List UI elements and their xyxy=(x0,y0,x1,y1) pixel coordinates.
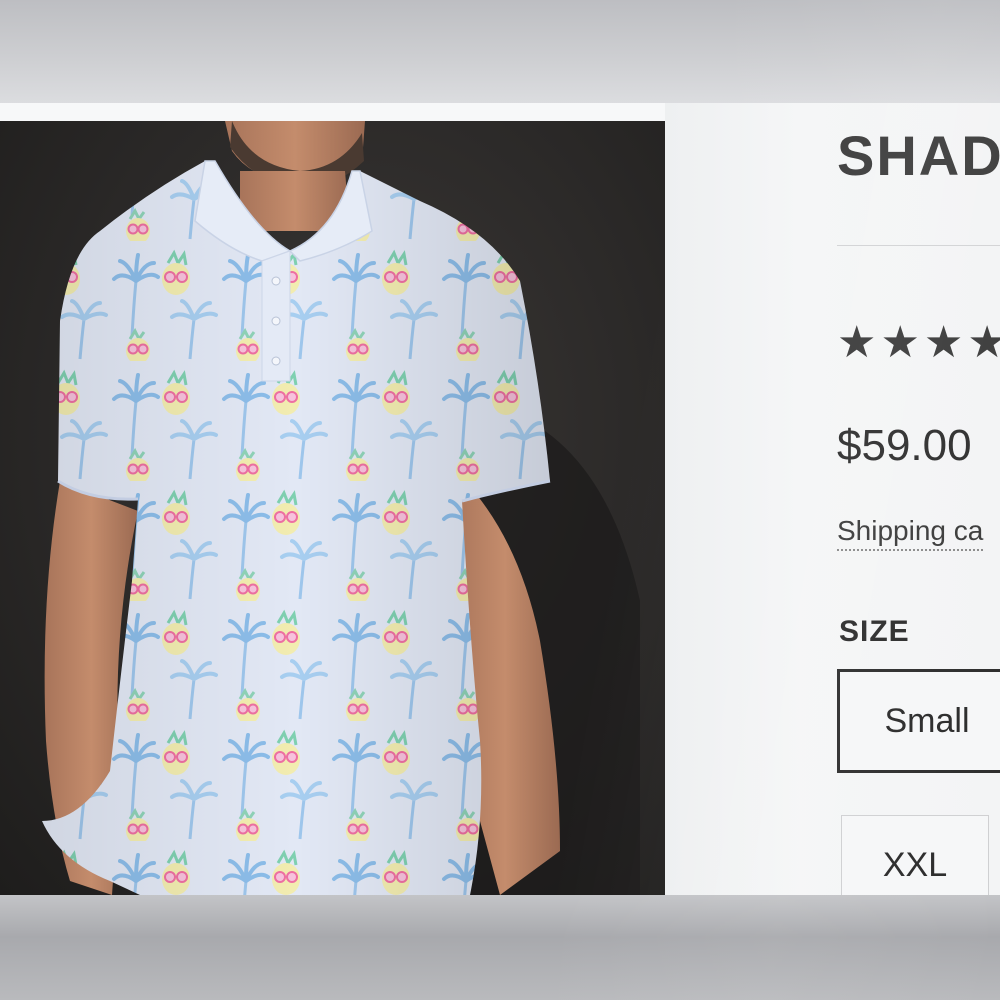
divider xyxy=(837,245,1000,246)
size-label: SIZE xyxy=(839,615,910,648)
shipping-calculator-link[interactable]: Shipping ca xyxy=(837,515,984,551)
size-option-xxl[interactable]: XXL xyxy=(841,815,989,895)
product-price: $59.00 xyxy=(837,421,972,470)
product-image[interactable] xyxy=(0,121,665,895)
monitor-bezel-top xyxy=(0,0,1000,105)
model-photo-illustration xyxy=(42,121,640,895)
size-option-label: XXL xyxy=(882,845,948,884)
product-title: SHAD xyxy=(837,124,1000,187)
size-option-label: Small xyxy=(884,701,970,740)
monitor-bezel-bottom xyxy=(0,895,1000,1000)
product-page: SHAD ★★★★ $59.00 Shipping ca SIZE Small … xyxy=(0,103,1000,895)
size-option-small[interactable]: Small xyxy=(837,669,1000,773)
rating-stars[interactable]: ★★★★ xyxy=(837,321,1000,365)
product-info-panel: SHAD ★★★★ $59.00 Shipping ca SIZE Small … xyxy=(665,103,1000,895)
